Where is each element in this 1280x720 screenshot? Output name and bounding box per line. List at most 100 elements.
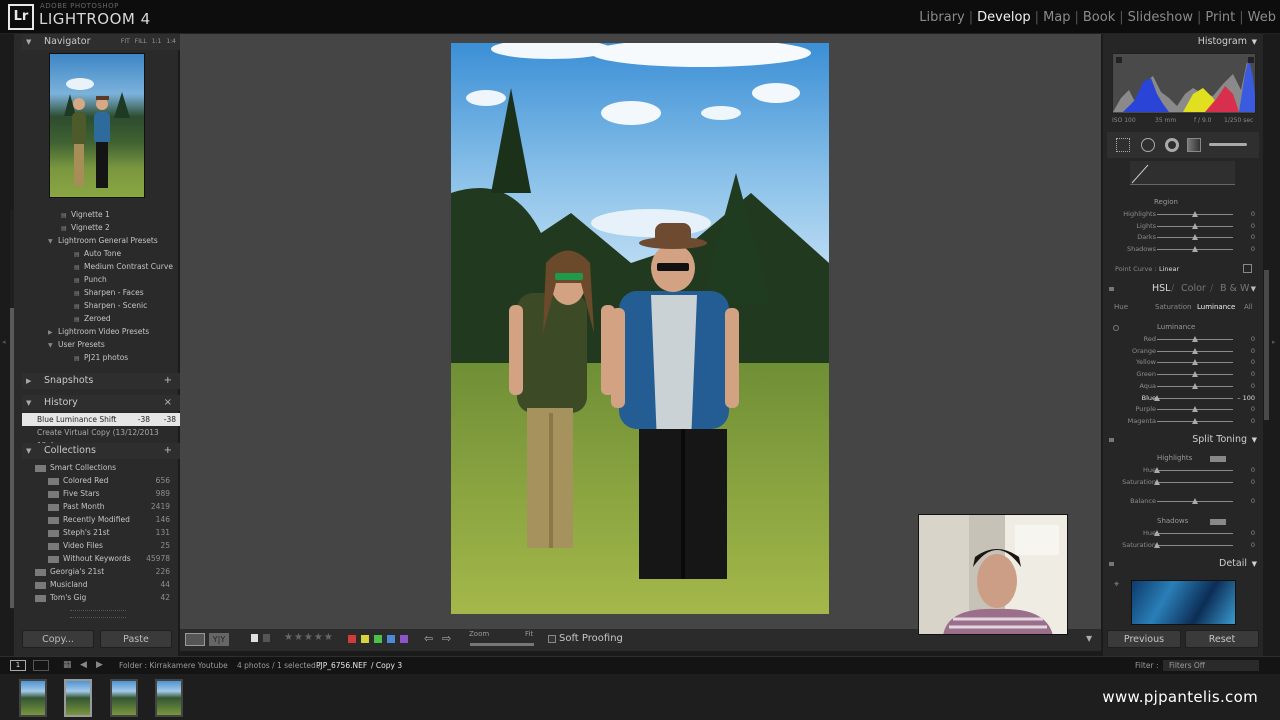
navigator-zoom-option[interactable]: 1:4	[166, 38, 176, 45]
module-slideshow[interactable]: Slideshow	[1124, 10, 1197, 25]
slider-value[interactable]: 0	[1251, 381, 1255, 392]
navigator-header[interactable]: ▼ Navigator FIT FILL 1:1 1:4	[22, 34, 180, 50]
slider-value[interactable]: 0	[1251, 369, 1255, 380]
preset-item[interactable]: ▤ Zeroed	[22, 312, 180, 325]
slider-thumb[interactable]	[1192, 347, 1198, 354]
slider-track[interactable]	[1157, 397, 1233, 399]
color-label-swatch[interactable]	[348, 635, 356, 643]
detail-zoom-preview[interactable]	[1131, 580, 1236, 625]
slider-thumb[interactable]	[1192, 359, 1198, 366]
slider-thumb[interactable]	[1154, 541, 1160, 548]
adjustment-brush-icon[interactable]	[1209, 143, 1247, 146]
panel-toggle-icon[interactable]	[1109, 287, 1114, 291]
collection-item[interactable]: Colored Red 656	[22, 474, 180, 487]
color-label-swatch[interactable]	[361, 635, 369, 643]
slider-thumb[interactable]	[1192, 211, 1198, 217]
history-header[interactable]: ▼ History ×	[22, 395, 180, 411]
hsl-title-bw[interactable]: B & W	[1220, 281, 1249, 297]
slider-thumb[interactable]	[1192, 498, 1198, 504]
copy-settings-button[interactable]: Copy...	[22, 630, 94, 648]
filter-select[interactable]: Filters Off	[1163, 660, 1259, 671]
filmstrip-thumbnail[interactable]	[155, 679, 183, 717]
left-panel-collapse-icon[interactable]: ◂	[2, 338, 6, 346]
slider-value[interactable]: 0	[1251, 540, 1255, 551]
previous-photo-icon[interactable]: ⇦	[424, 632, 433, 645]
flag-pick-icon[interactable]	[251, 634, 258, 642]
second-window-icon[interactable]	[33, 660, 49, 671]
point-curve-select[interactable]: Linear	[1159, 265, 1179, 273]
slider-value[interactable]: 0	[1251, 221, 1255, 232]
tone-curve-graph[interactable]	[1130, 161, 1235, 185]
slider-thumb[interactable]	[1192, 417, 1198, 424]
hsl-title-color[interactable]: Color	[1181, 281, 1206, 297]
compare-view-icon[interactable]: Y|Y	[209, 633, 229, 646]
module-book[interactable]: Book	[1079, 10, 1119, 25]
history-item[interactable]: Blue Luminance Shift -38 -38	[22, 413, 180, 426]
preset-item[interactable]: ▶ Lightroom Video Presets	[22, 325, 180, 338]
slider-value[interactable]: 0	[1251, 209, 1255, 220]
slider-track[interactable]	[1157, 470, 1233, 471]
filmstrip-thumbnail[interactable]	[19, 679, 47, 717]
history-item[interactable]: Create Virtual Copy (13/12/2013 12:4...	[22, 426, 180, 450]
slider-value[interactable]: 0	[1251, 496, 1255, 507]
slider-value[interactable]: 0	[1251, 477, 1255, 488]
slider-track[interactable]	[1157, 533, 1233, 534]
slider-thumb[interactable]	[1154, 530, 1160, 536]
slider-thumb[interactable]	[1192, 336, 1198, 342]
histogram[interactable]	[1112, 53, 1256, 114]
slider-value[interactable]: 0	[1251, 528, 1255, 539]
preset-item[interactable]: ▼ User Presets	[22, 338, 180, 351]
preset-item[interactable]: ▤ Auto Tone	[22, 247, 180, 260]
collection-item[interactable]: Steph's 21st 131	[22, 526, 180, 539]
slider-value[interactable]: 0	[1251, 346, 1255, 357]
module-map[interactable]: Map	[1039, 10, 1074, 25]
collection-item[interactable]: Musicland 44	[22, 578, 180, 591]
folder-path[interactable]: Folder : Kirrakamere Youtube	[119, 657, 228, 674]
targeted-adjustment-icon[interactable]	[1243, 264, 1252, 273]
back-arrow-icon[interactable]: ◀	[80, 657, 87, 674]
filmstrip-thumbnail[interactable]	[64, 679, 92, 717]
slider-value[interactable]: 0	[1251, 334, 1255, 345]
slider-value[interactable]: 0	[1251, 416, 1255, 427]
slider-value[interactable]: 0	[1251, 465, 1255, 476]
preset-item[interactable]: ▤ PJ21 photos	[22, 351, 180, 364]
graduated-filter-icon[interactable]	[1187, 138, 1201, 152]
next-photo-icon[interactable]: ⇨	[442, 632, 451, 645]
right-panel-scrollbar[interactable]	[1264, 270, 1269, 420]
histogram-header[interactable]: Histogram ▼	[1107, 34, 1259, 50]
main-window-icon[interactable]: 1	[10, 660, 26, 671]
slider-value[interactable]: 0	[1251, 357, 1255, 368]
hsl-header[interactable]: HSL / Color / B & W ▼	[1107, 281, 1259, 297]
preset-item[interactable]: ▤ Punch	[22, 273, 180, 286]
collection-item[interactable]: Tom's Gig 42	[22, 591, 180, 604]
collection-item[interactable]: Without Keywords 45978	[22, 552, 180, 565]
collection-item[interactable]: Recently Modified 146	[22, 513, 180, 526]
loupe-view-icon[interactable]	[185, 633, 205, 646]
slider-track[interactable]	[1157, 544, 1233, 546]
module-web[interactable]: Web	[1244, 10, 1280, 25]
slider-thumb[interactable]	[1192, 371, 1198, 378]
module-develop[interactable]: Develop	[973, 10, 1035, 25]
collection-item[interactable]: Five Stars 989	[22, 487, 180, 500]
toolbar-menu-chevron-icon[interactable]: ▼	[1086, 634, 1092, 643]
slider-thumb[interactable]	[1192, 382, 1198, 389]
preset-item[interactable]: ▼ Lightroom General Presets	[22, 234, 180, 247]
color-label-swatch[interactable]	[387, 635, 395, 643]
navigator-zoom-options[interactable]: FIT FILL 1:1 1:4	[116, 34, 176, 50]
navigator-zoom-option[interactable]: FIT	[121, 38, 130, 45]
slider-thumb[interactable]	[1154, 394, 1160, 401]
color-label-swatch[interactable]	[374, 635, 382, 643]
collections-header[interactable]: ▼ Collections +	[22, 443, 180, 459]
snapshots-header[interactable]: ▶ Snapshots +	[22, 373, 180, 389]
add-snapshot-icon[interactable]: +	[164, 373, 172, 389]
slider-thumb[interactable]	[1192, 222, 1198, 229]
collection-item[interactable]: Georgia's 21st 226	[22, 565, 180, 578]
navigator-zoom-option[interactable]: FILL	[135, 38, 147, 45]
flag-reject-icon[interactable]	[263, 634, 270, 642]
clear-history-icon[interactable]: ×	[164, 395, 172, 411]
star-rating-icon[interactable]: ★★★★★	[284, 632, 334, 643]
collection-item[interactable]: Smart Collections	[22, 461, 180, 474]
slider-value[interactable]: – 100	[1237, 393, 1255, 404]
filmstrip-thumbnail[interactable]	[110, 679, 138, 717]
slider-thumb[interactable]	[1192, 406, 1198, 413]
